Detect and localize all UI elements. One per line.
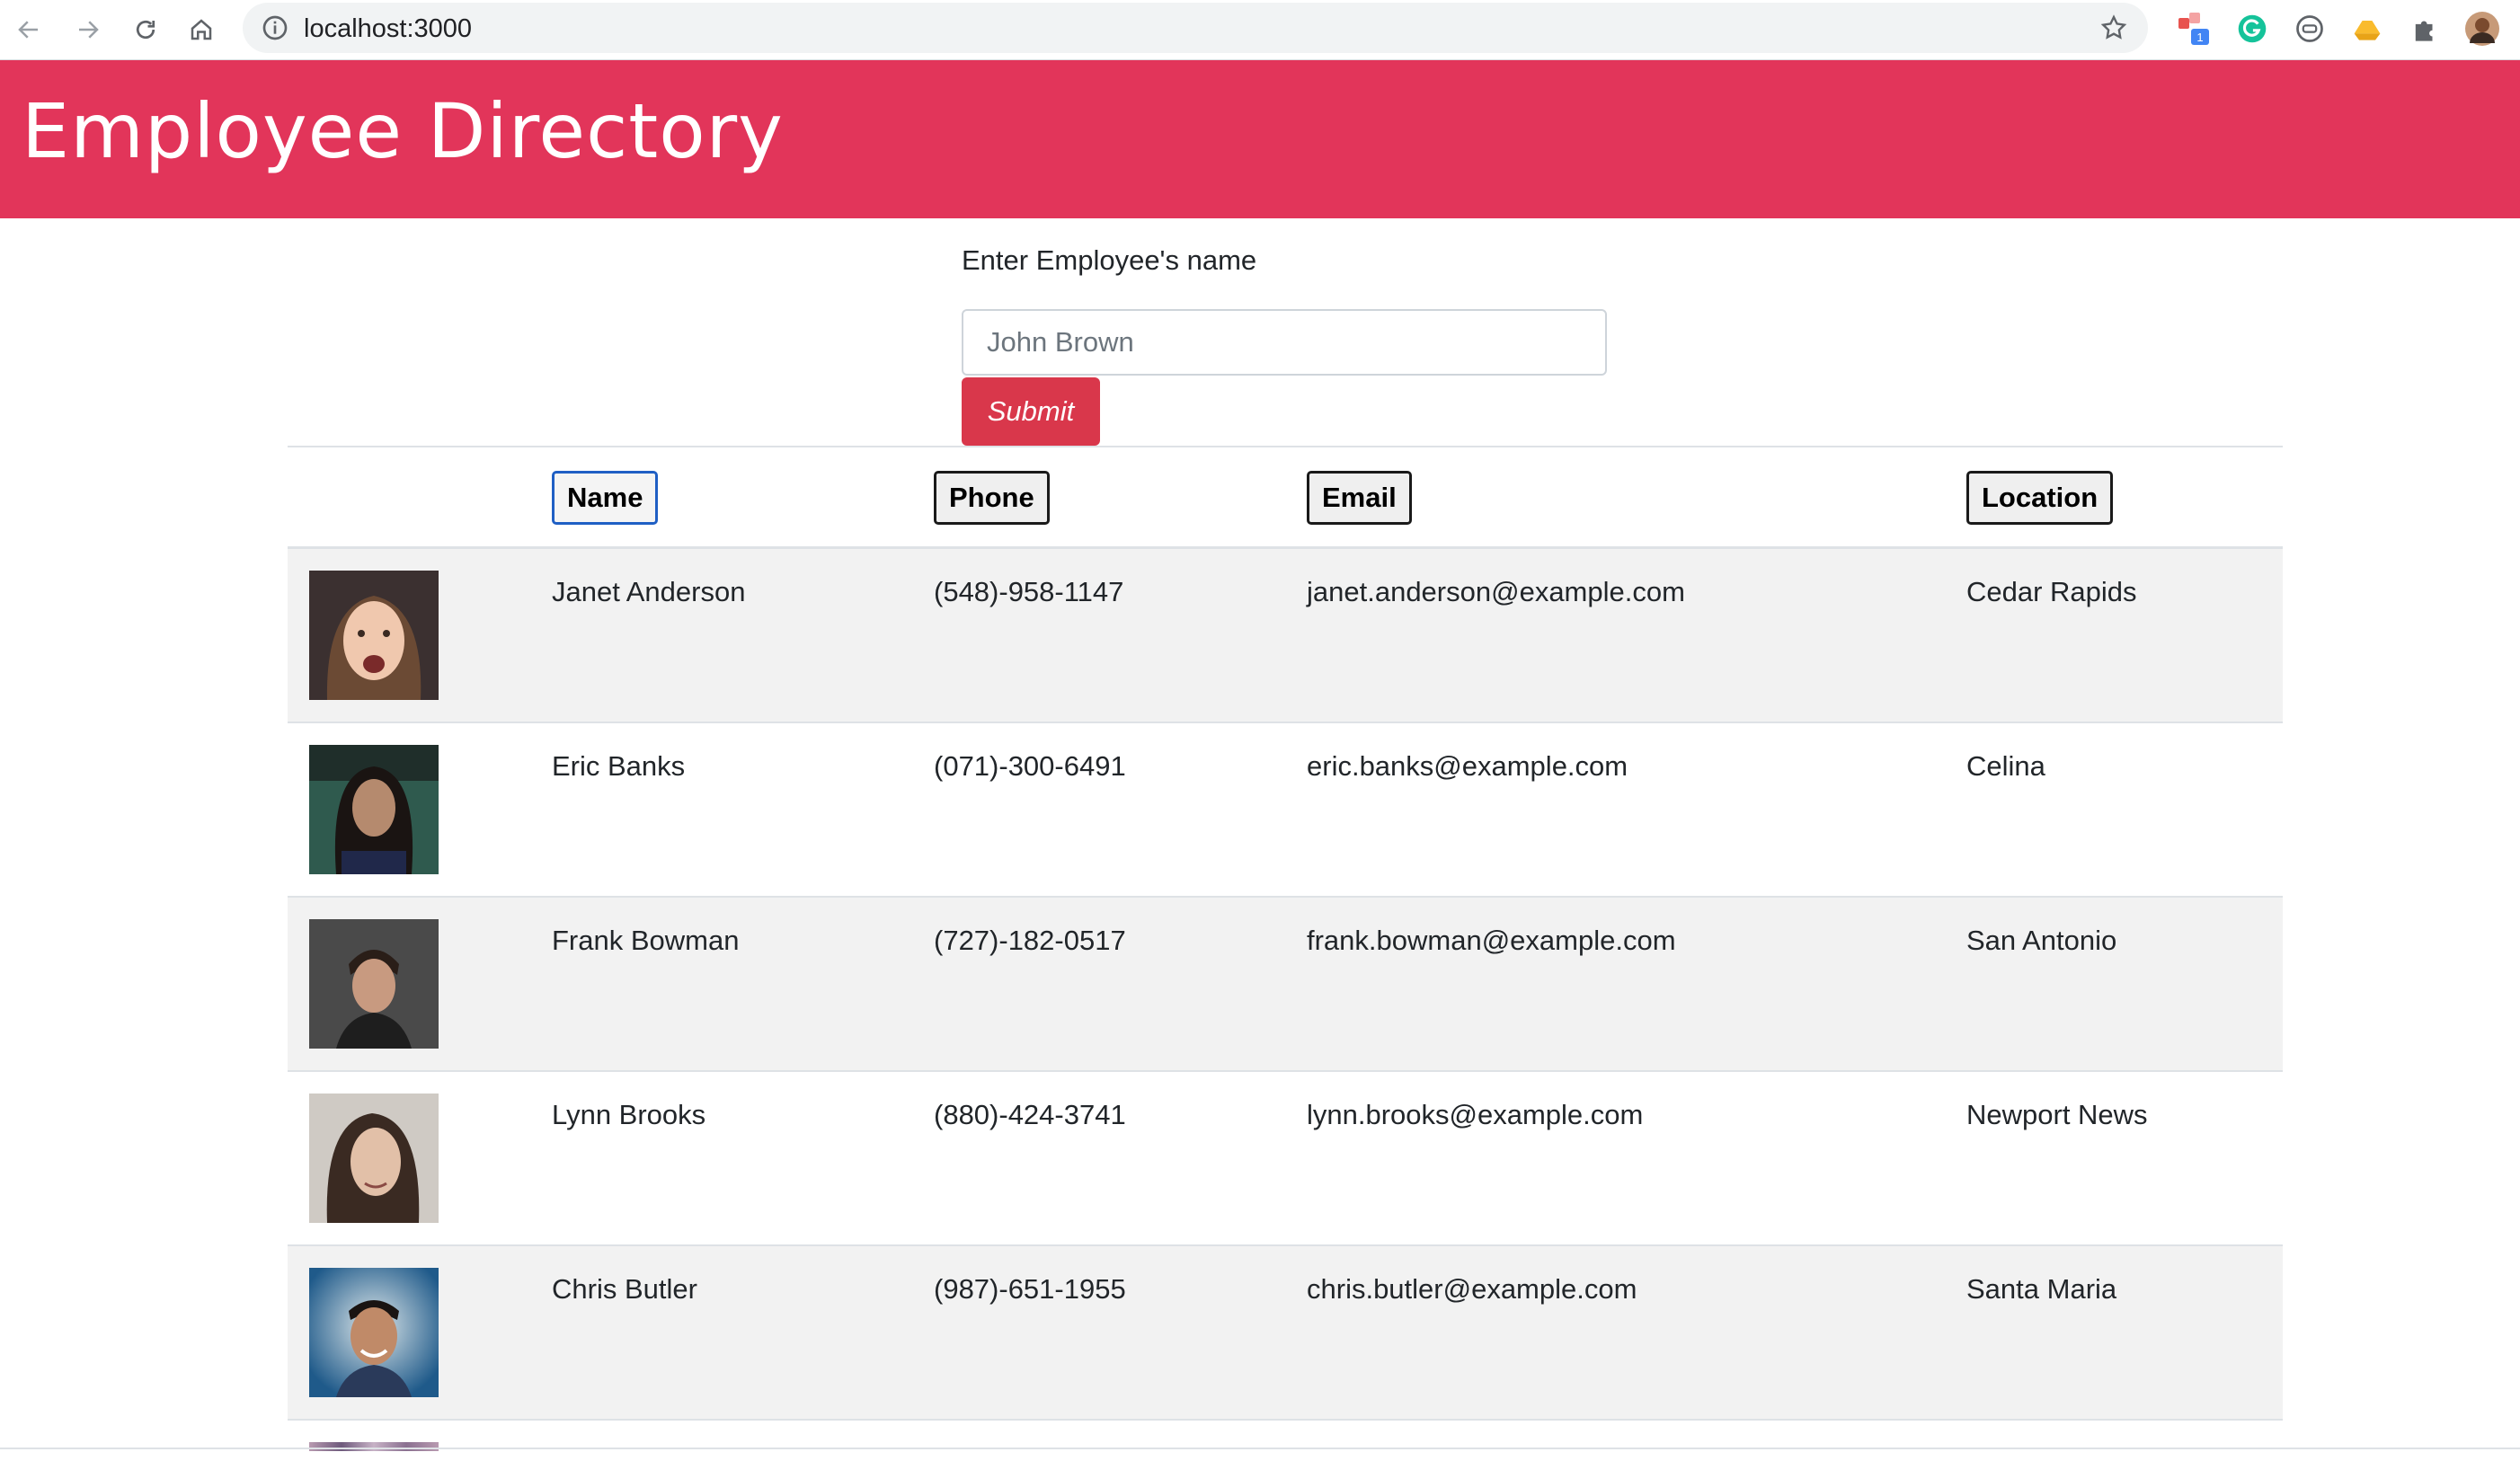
table-row: Eric Banks (071)-300-6491 eric.banks@exa… [288,723,2283,898]
extension-face-icon[interactable] [2292,11,2328,47]
search-label: Enter Employee's name [962,244,1257,276]
extension-icon-multi[interactable]: 1 [2177,11,2213,47]
sort-email-button[interactable]: Email [1307,471,1412,525]
table-header: Name Phone Email Location [288,447,2283,549]
employee-phone: (548)-958-1147 [934,576,1124,607]
employee-photo [309,745,439,874]
employee-name: Janet Anderson [552,576,746,607]
employee-photo [309,1094,439,1223]
employee-name: Lynn Brooks [552,1099,706,1130]
employee-photo [309,919,439,1049]
employee-email: lynn.brooks@example.com [1307,1099,1644,1130]
viewport-divider [0,1448,2520,1449]
table-row: Lynn Brooks (880)-424-3741 lynn.brooks@e… [288,1072,2283,1246]
employee-phone: (880)-424-3741 [934,1099,1126,1130]
app-header: Employee Directory [0,60,2520,218]
table-row: Frank Bowman (727)-182-0517 frank.bowman… [288,898,2283,1072]
sort-name-button[interactable]: Name [552,471,659,525]
back-icon[interactable] [13,13,45,46]
sort-location-button[interactable]: Location [1966,471,2114,525]
sort-phone-button[interactable]: Phone [934,471,1050,525]
employee-phone: (987)-651-1955 [934,1273,1126,1305]
employee-name-input[interactable] [962,309,1607,376]
employee-location: Santa Maria [1966,1273,2117,1305]
employee-email: chris.butler@example.com [1307,1273,1637,1305]
employee-email: janet.anderson@example.com [1307,576,1685,607]
submit-button[interactable]: Submit [962,377,1100,446]
browser-toolbar: localhost:3000 1 [0,0,2520,60]
page-title: Employee Directory [22,87,784,175]
puzzle-extensions-icon[interactable] [2407,11,2443,47]
employee-phone: (727)-182-0517 [934,925,1126,956]
table-row: Chris Butler (987)-651-1955 chris.butler… [288,1246,2283,1421]
url-text: localhost:3000 [304,14,473,43]
profile-avatar[interactable] [2464,11,2500,47]
employee-name: Eric Banks [552,750,686,782]
employee-table: Name Phone Email Location Janet Anderson… [288,446,2283,1451]
table-row: Janet Anderson (548)-958-1147 janet.ande… [288,549,2283,723]
extension-badge-count: 1 [2196,31,2203,44]
table-row-partial [288,1421,2283,1451]
employee-email: frank.bowman@example.com [1307,925,1676,956]
drive-extension-icon[interactable] [2349,11,2385,47]
reload-icon[interactable] [129,13,162,46]
address-bar[interactable]: localhost:3000 [243,3,2148,53]
employee-location: Newport News [1966,1099,2148,1130]
employee-name: Chris Butler [552,1273,697,1305]
employee-location: San Antonio [1966,925,2117,956]
forward-icon[interactable] [72,13,104,46]
employee-photo [309,1268,439,1397]
employee-email: eric.banks@example.com [1307,750,1628,782]
bookmark-star-icon[interactable] [2099,13,2128,42]
employee-name: Frank Bowman [552,925,740,956]
employee-location: Cedar Rapids [1966,576,2137,607]
grammarly-icon[interactable] [2234,11,2270,47]
employee-phone: (071)-300-6491 [934,750,1126,782]
info-icon[interactable] [261,13,289,42]
home-icon[interactable] [185,13,217,46]
employee-photo [309,1442,439,1451]
employee-location: Celina [1966,750,2045,782]
employee-photo [309,571,439,700]
